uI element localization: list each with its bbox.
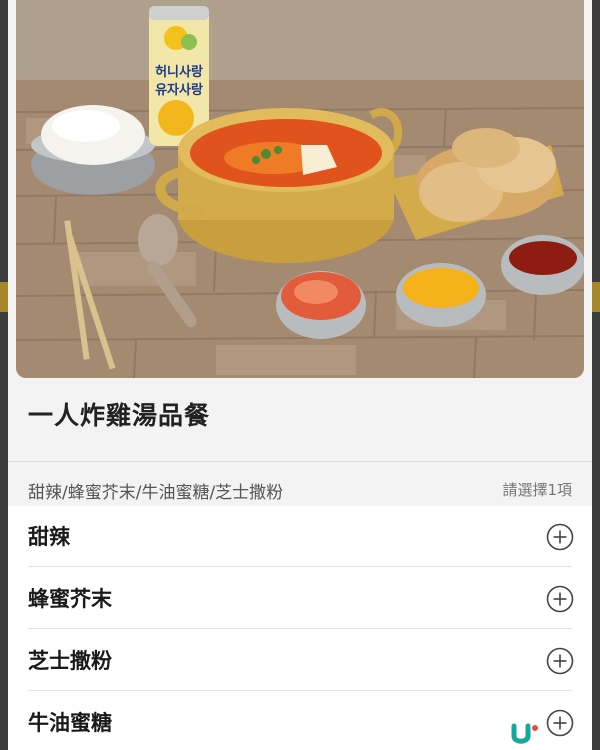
option-list: 甜辣 蜂蜜芥末 芝士撒粉 牛油蜜糖 [8,506,592,750]
option-row-cheese-powder[interactable]: 芝士撒粉 [8,630,592,691]
right-background-strip [592,0,600,750]
plus-circle-icon[interactable] [546,709,574,737]
row-divider [28,690,572,691]
option-label: 甜辣 [28,525,70,549]
drink-can-label-line1: 허니사랑 [155,64,203,80]
option-group-header: 甜辣/蜂蜜芥末/牛油蜜糖/芝士撒粉 請選擇1項 [8,462,592,506]
option-row-honey-mustard[interactable]: 蜂蜜芥末 [8,568,592,629]
right-accent-bar [592,282,600,312]
option-group-hint: 請選擇1項 [502,481,572,499]
row-divider [28,566,572,567]
option-group-title: 甜辣/蜂蜜芥末/牛油蜜糖/芝士撒粉 [28,483,284,503]
option-label: 牛油蜜糖 [28,711,112,735]
u-logo-icon [511,722,541,746]
product-title: 一人炸雞湯品餐 [28,401,211,430]
row-divider [28,628,572,629]
plus-circle-icon[interactable] [546,585,574,613]
drink-can-label-line2: 유자사랑 [155,82,203,98]
plus-circle-icon[interactable] [546,523,574,551]
option-row-butter-honey[interactable]: 牛油蜜糖 [8,692,592,750]
left-accent-bar [0,282,8,312]
product-detail-sheet: 허니사랑 유자사랑 一人炸雞湯品餐 甜辣/蜂蜜芥末/牛油蜜糖/芝士撒粉 請選擇1… [8,0,592,750]
option-label: 蜂蜜芥末 [28,587,112,611]
left-background-strip [0,0,8,750]
product-photo: 허니사랑 유자사랑 [16,0,584,378]
option-row-sweet-spicy[interactable]: 甜辣 [8,506,592,567]
plus-circle-icon[interactable] [546,647,574,675]
option-label: 芝士撒粉 [28,649,112,673]
